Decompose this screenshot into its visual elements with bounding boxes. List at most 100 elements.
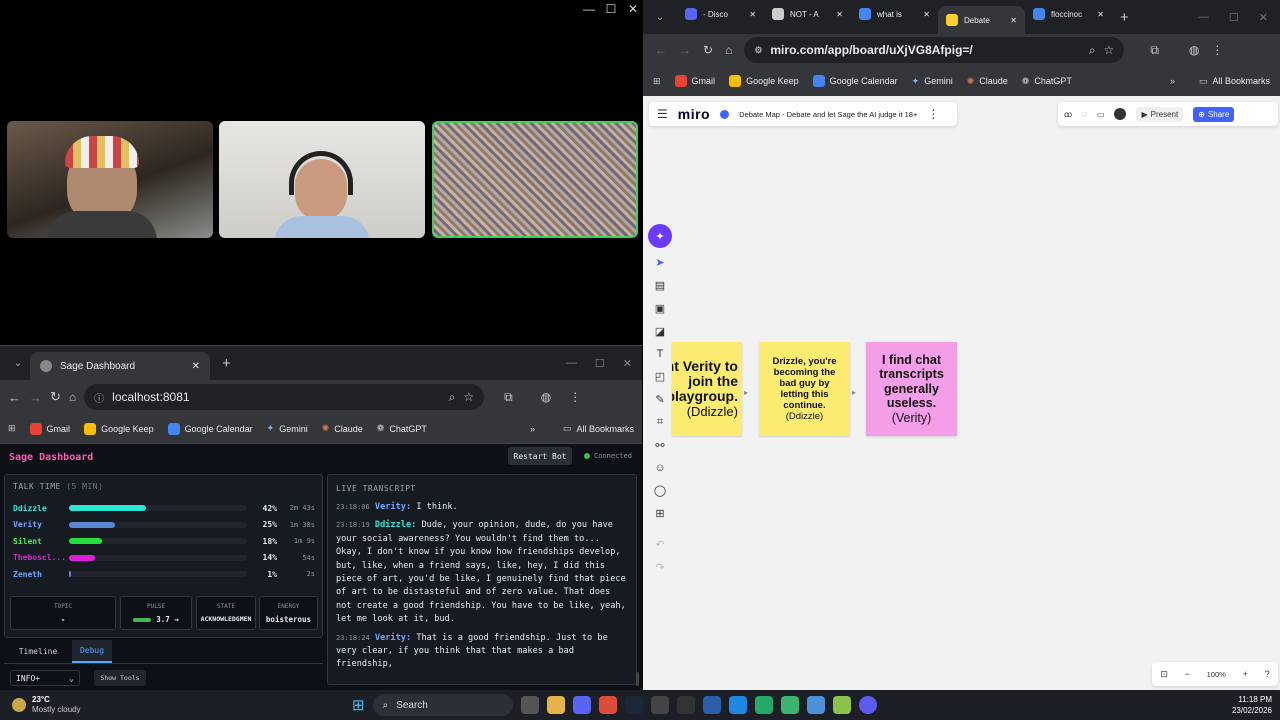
more-bookmarks-icon[interactable]: » <box>530 424 535 434</box>
pen-icon[interactable]: ✎ <box>655 393 664 406</box>
extensions-icon[interactable]: ⧉ <box>504 390 513 405</box>
browser-tab[interactable]: NOT - A ✕ <box>764 0 851 28</box>
close-tab-icon[interactable]: ✕ <box>1010 16 1017 25</box>
menu-icon[interactable]: ⋮ <box>569 390 581 404</box>
forward-icon[interactable]: → <box>679 43 691 57</box>
browser-tab[interactable]: Debate ✕ <box>938 6 1025 34</box>
close-tab-icon[interactable]: ✕ <box>836 10 843 19</box>
bookmark-chatgpt[interactable]: ❁ ChatGPT <box>377 423 427 434</box>
bookmark-keep[interactable]: Google Keep <box>84 422 154 435</box>
fit-screen-icon[interactable]: ⊡ <box>1160 669 1168 680</box>
select-tool-icon[interactable]: ➤ <box>655 256 664 269</box>
new-tab-icon[interactable]: + <box>1120 9 1129 26</box>
reload-icon[interactable]: ↻ <box>703 43 713 57</box>
connector-icon[interactable]: ⚯ <box>655 439 664 452</box>
zoom-icon[interactable]: ⌕ <box>1089 43 1096 58</box>
shapes-icon[interactable]: ◰ <box>655 370 665 383</box>
extensions-icon[interactable]: ⧉ <box>1150 43 1159 58</box>
maximize-icon[interactable]: ☐ <box>595 357 605 370</box>
show-tools-button[interactable]: Show Tools <box>94 670 146 686</box>
close-icon[interactable]: ✕ <box>1259 11 1268 24</box>
screen-share-tile[interactable] <box>432 121 638 238</box>
minimize-icon[interactable]: — <box>566 357 577 370</box>
video-icon[interactable]: ▭ <box>1097 110 1105 119</box>
minimize-icon[interactable]: — <box>1198 11 1209 24</box>
bookmark-gmail[interactable]: Gmail <box>29 422 70 435</box>
present-button[interactable]: ▶ Present <box>1136 106 1184 122</box>
close-tab-icon[interactable]: ✕ <box>192 361 200 372</box>
address-bar[interactable]: ⚙ miro.com/app/board/uXjVG8Afpig=/ ⌕ ☆ <box>744 37 1125 63</box>
bookmark-star-icon[interactable]: ☆ <box>463 390 474 404</box>
tab-timeline[interactable]: Timeline <box>4 640 72 663</box>
comments-icon[interactable]: ◌ <box>1082 110 1087 119</box>
hamburger-menu-icon[interactable]: ☰ <box>657 107 668 121</box>
home-icon[interactable]: ⌂ <box>69 390 76 404</box>
bookmark-gemini[interactable]: ✦ Gemini <box>912 76 953 87</box>
browser-tab[interactable]: what is ✕ <box>851 0 938 28</box>
weather-widget[interactable]: 23°C Mostly cloudy <box>0 695 330 715</box>
participant-video-tile[interactable] <box>7 121 213 238</box>
app-circle-icon[interactable] <box>858 696 877 714</box>
task-view-icon[interactable] <box>520 696 539 714</box>
crop-frame-icon[interactable]: ⌗ <box>657 416 663 429</box>
clock[interactable]: 11:18 PM 23/02/2026 <box>1232 694 1280 716</box>
terminal-icon[interactable] <box>676 696 695 714</box>
templates-icon[interactable]: ▤ <box>655 279 665 292</box>
bookmark-gemini[interactable]: ✦ Gemini <box>267 423 308 434</box>
reload-icon[interactable]: ↻ <box>50 389 61 405</box>
taskbar-search[interactable]: ⌕ Search <box>372 694 513 716</box>
chrome-icon[interactable] <box>598 696 617 714</box>
maximize-icon[interactable]: ☐ <box>600 2 622 16</box>
discord-icon[interactable] <box>572 696 591 714</box>
vscode-icon[interactable] <box>728 696 747 714</box>
redo-icon[interactable]: ↷ <box>655 561 664 574</box>
back-icon[interactable]: ← <box>655 43 667 57</box>
tab-sage-dashboard[interactable]: Sage Dashboard ✕ <box>30 352 210 380</box>
profile-icon[interactable]: ◍ <box>1189 43 1199 57</box>
log-level-select[interactable]: INFO+ ⌄ <box>10 670 80 686</box>
address-bar[interactable]: ⓘ localhost:8081 ⌕ ☆ <box>84 384 485 410</box>
powershell-icon[interactable] <box>702 696 721 714</box>
restart-bot-button[interactable]: Restart Bot <box>508 447 572 465</box>
zoom-icon[interactable]: ⌕ <box>449 390 456 405</box>
close-tab-icon[interactable]: ✕ <box>749 10 756 19</box>
frame-icon[interactable]: ▣ <box>655 302 665 315</box>
bookmark-claude[interactable]: ✺ Claude <box>322 423 363 434</box>
app-icon[interactable] <box>754 696 773 714</box>
forward-icon[interactable]: → <box>29 390 42 405</box>
zoom-out-icon[interactable]: − <box>1185 669 1190 679</box>
comment-icon[interactable]: ◯ <box>654 484 666 497</box>
bookmark-gmail[interactable]: Gmail <box>674 75 715 87</box>
browser-tab[interactable]: - Disco ✕ <box>677 0 764 28</box>
all-bookmarks[interactable]: ▭ All Bookmarks <box>563 423 634 434</box>
bookmark-calendar[interactable]: Google Calendar <box>167 422 253 435</box>
transcript-panel[interactable]: LIVE TRANSCRIPT 23:18:06 Verity: I think… <box>327 474 637 685</box>
ai-sparkle-button[interactable]: ✦ <box>648 224 672 248</box>
board-title[interactable]: Debate Map - Debate and let Sage the AI … <box>739 110 917 119</box>
menu-icon[interactable]: ⋮ <box>1211 43 1223 57</box>
zoom-in-icon[interactable]: + <box>1243 669 1248 679</box>
share-button[interactable]: ⊕ Share <box>1193 106 1235 122</box>
close-icon[interactable]: ✕ <box>623 357 632 370</box>
text-tool-icon[interactable]: T <box>657 348 664 360</box>
all-bookmarks[interactable]: ▭ All Bookmarks <box>1199 76 1270 87</box>
reactions-icon[interactable]: ꝏ <box>1064 110 1072 119</box>
steam-icon[interactable] <box>624 696 643 714</box>
tab-search-icon[interactable]: ⌄ <box>6 358 30 369</box>
bookmark-star-icon[interactable]: ☆ <box>1104 43 1115 57</box>
tab-debug[interactable]: Debug <box>72 640 112 663</box>
bookmark-keep[interactable]: Google Keep <box>729 75 799 87</box>
file-explorer-icon[interactable] <box>546 696 565 714</box>
participant-video-tile[interactable] <box>219 121 425 238</box>
sticky-note-icon[interactable]: ◪ <box>655 325 665 338</box>
android-icon[interactable] <box>780 696 799 714</box>
miro-logo[interactable]: miro <box>678 106 710 122</box>
help-icon[interactable]: ? <box>1265 669 1270 679</box>
close-tab-icon[interactable]: ✕ <box>923 10 930 19</box>
apps-icon[interactable]: ⊞ <box>8 423 16 434</box>
profile-icon[interactable]: ◍ <box>541 390 551 404</box>
sticky-note[interactable]: Drizzle, you're becoming the bad guy by … <box>759 342 850 436</box>
avatar[interactable] <box>1114 108 1127 120</box>
windows-start-icon[interactable]: ⊞ <box>352 696 365 714</box>
bookmark-chatgpt[interactable]: ❁ ChatGPT <box>1022 76 1072 87</box>
